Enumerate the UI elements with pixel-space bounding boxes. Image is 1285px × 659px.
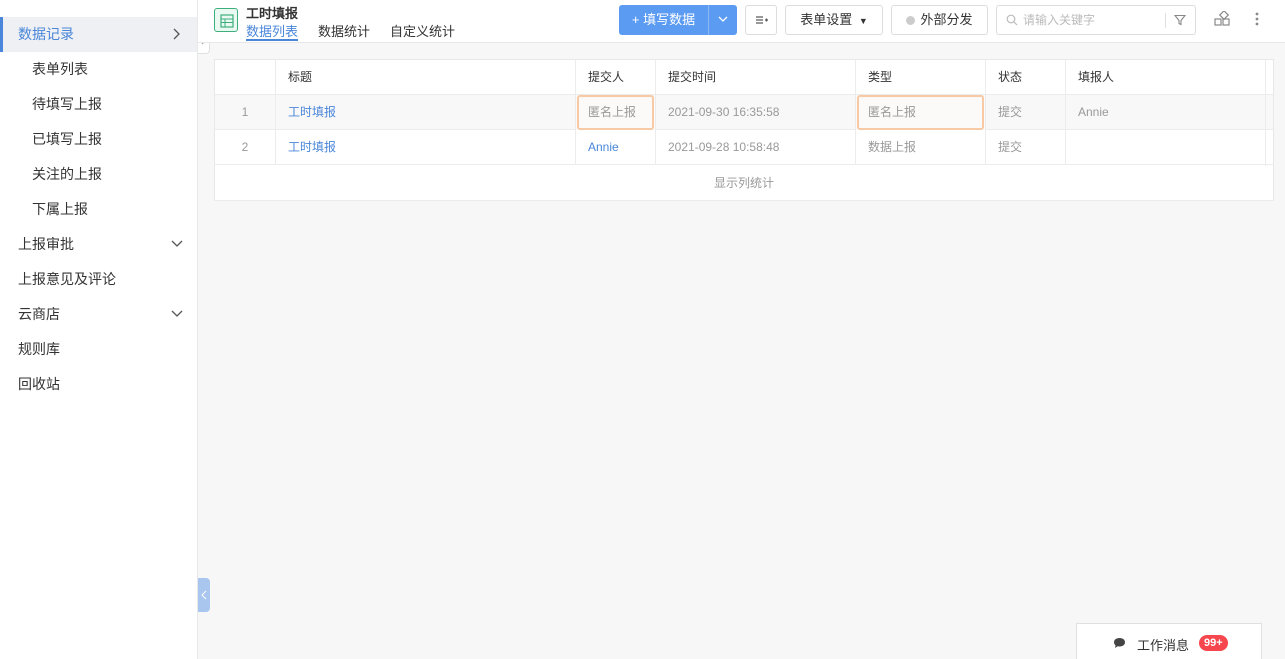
data-table: 标题 提交人 提交时间 类型 状态 填报人 1 工时填报 匿名上报 2021-0… <box>214 59 1274 201</box>
sidebar-item-label: 云商店 <box>18 306 60 322</box>
sidebar-item-recycle-bin[interactable]: 回收站 <box>0 367 197 402</box>
sidebar-item-cloud-store[interactable]: 云商店 <box>0 297 197 332</box>
row-submitter: 匿名上报 <box>576 95 656 130</box>
search-box <box>996 5 1196 35</box>
row-submit-time: 2021-09-30 16:35:58 <box>656 95 856 130</box>
sidebar-item-label: 表单列表 <box>32 61 88 77</box>
list-add-icon <box>756 16 768 24</box>
sidebar-item-report-approval[interactable]: 上报审批 <box>0 227 197 262</box>
unread-count-badge: 99+ <box>1199 635 1228 651</box>
row-index: 1 <box>215 95 276 130</box>
layout-switch-icon[interactable] <box>1214 11 1230 27</box>
sidebar-item-label: 待填写上报 <box>32 96 102 112</box>
column-header-index <box>215 60 276 95</box>
divider <box>1165 13 1166 28</box>
sidebar-item-form-list[interactable]: 表单列表 <box>0 52 197 87</box>
row-title-link[interactable]: 工时填报 <box>276 95 576 130</box>
fill-data-dropdown-button[interactable] <box>708 5 737 35</box>
search-input[interactable] <box>1023 11 1158 29</box>
page-title: 工时填报 <box>246 6 299 21</box>
sidebar-item-subordinate-reports[interactable]: 下属上报 <box>0 192 197 227</box>
row-title-link[interactable]: 工时填报 <box>276 130 576 165</box>
column-header-title[interactable]: 标题 <box>276 60 576 95</box>
sidebar-item-label: 回收站 <box>18 376 60 392</box>
header: 工时填报 数据列表 数据统计 自定义统计 + 填写数据 表单设置 ▼ 外部分发 <box>198 0 1285 43</box>
row-filler: Annie <box>1066 95 1266 130</box>
external-share-label: 外部分发 <box>920 12 973 27</box>
external-share-button[interactable]: 外部分发 <box>891 5 988 35</box>
sidebar-item-comments[interactable]: 上报意见及评论 <box>0 262 197 297</box>
sidebar-item-label: 已填写上报 <box>32 131 102 147</box>
row-status: 提交 <box>986 95 1066 130</box>
filter-icon[interactable] <box>1174 14 1186 26</box>
column-header-filler[interactable]: 填报人 <box>1066 60 1266 95</box>
tab-custom-statistics[interactable]: 自定义统计 <box>390 21 455 41</box>
sidebar-item-label: 关注的上报 <box>32 166 102 182</box>
sidebar-item-rule-library[interactable]: 规则库 <box>0 332 197 367</box>
column-header-submitter[interactable]: 提交人 <box>576 60 656 95</box>
chevron-down-icon <box>171 227 185 262</box>
chevron-left-icon <box>201 590 207 600</box>
row-submitter[interactable]: Annie <box>576 130 656 165</box>
fill-data-button[interactable]: + 填写数据 <box>619 5 708 35</box>
table-scrollbar[interactable] <box>1265 60 1273 166</box>
chat-bubble-icon <box>1114 638 1125 648</box>
search-icon <box>1006 14 1018 26</box>
column-settings-button[interactable] <box>745 5 777 35</box>
tab-data-list[interactable]: 数据列表 <box>246 21 299 41</box>
row-type: 匿名上报 <box>856 95 986 130</box>
sidebar-item-label: 数据记录 <box>18 26 74 42</box>
column-header-status[interactable]: 状态 <box>986 60 1066 95</box>
row-filler <box>1066 130 1266 165</box>
chevron-down-icon <box>171 297 185 332</box>
sidebar-item-label: 上报审批 <box>18 236 74 252</box>
work-messages-button[interactable]: 工作消息 99+ <box>1076 623 1262 659</box>
column-header-type[interactable]: 类型 <box>856 60 986 95</box>
form-settings-label: 表单设置 <box>800 12 853 27</box>
sidebar-item-filled-reports[interactable]: 已填写上报 <box>0 122 197 157</box>
table-header-row: 标题 提交人 提交时间 类型 状态 填报人 <box>215 60 1273 95</box>
more-vertical-icon[interactable] <box>1252 11 1262 27</box>
form-settings-button[interactable]: 表单设置 ▼ <box>785 5 883 35</box>
status-dot-icon <box>906 16 916 25</box>
tab-data-statistics[interactable]: 数据统计 <box>318 21 370 41</box>
sidebar-item-label: 下属上报 <box>32 201 88 217</box>
chevron-down-icon <box>718 16 728 22</box>
row-index: 2 <box>215 130 276 165</box>
table-row[interactable]: 2 工时填报 Annie 2021-09-28 10:58:48 数据上报 提交 <box>215 130 1273 165</box>
sidebar-item-label: 上报意见及评论 <box>18 271 116 287</box>
row-submit-time: 2021-09-28 10:58:48 <box>656 130 856 165</box>
sidebar-item-followed-reports[interactable]: 关注的上报 <box>0 157 197 192</box>
caret-down-icon: ▼ <box>858 16 868 26</box>
row-type: 数据上报 <box>856 130 986 165</box>
form-table-icon <box>214 8 238 32</box>
sidebar-item-label: 规则库 <box>18 341 60 357</box>
sidebar-item-pending-reports[interactable]: 待填写上报 <box>0 87 197 122</box>
work-messages-label: 工作消息 <box>1137 638 1190 653</box>
sidebar-collapse-handle[interactable] <box>198 578 210 612</box>
show-column-stats-button[interactable]: 显示列统计 <box>215 166 1273 201</box>
row-status: 提交 <box>986 130 1066 165</box>
column-header-submit-time[interactable]: 提交时间 <box>656 60 856 95</box>
table-row[interactable]: 1 工时填报 匿名上报 2021-09-30 16:35:58 匿名上报 提交 … <box>215 95 1273 130</box>
sidebar-item-data-records[interactable]: 数据记录 <box>0 17 197 52</box>
sidebar: 数据记录 表单列表 待填写上报 已填写上报 关注的上报 下属上报 上报审批 上报… <box>0 0 198 659</box>
chevron-right-icon <box>171 17 185 52</box>
